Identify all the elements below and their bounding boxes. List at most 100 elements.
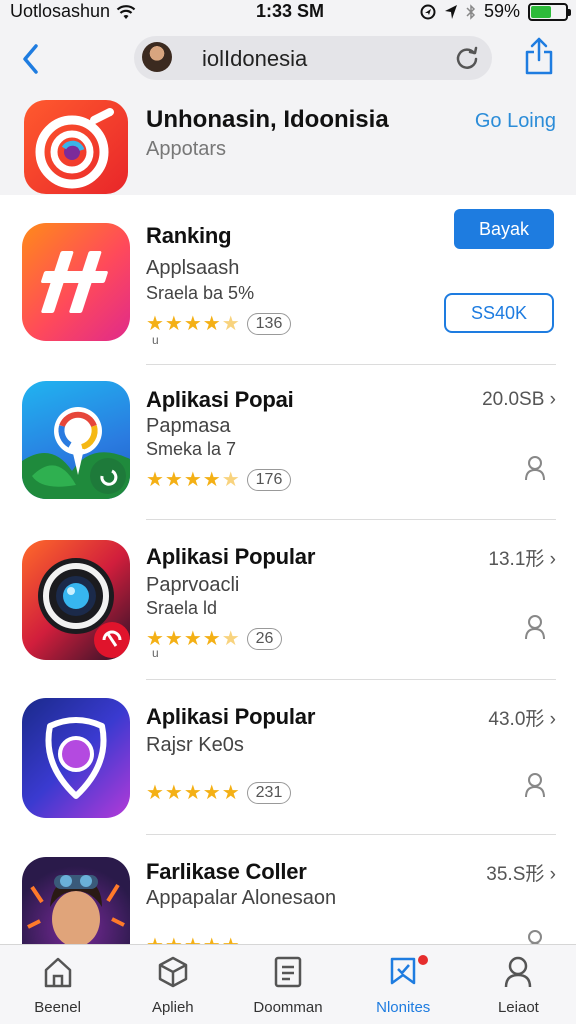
- app-detail: Smeka la 7: [146, 439, 237, 459]
- person-icon: [505, 956, 532, 988]
- rating-stars: ★★★★★: [146, 782, 241, 804]
- list-item[interactable]: Ranking Applsaash Sraela ba 5% ★★★★★ 136…: [0, 195, 576, 365]
- clock: 1:33 SM: [256, 1, 325, 21]
- address-bar[interactable]: iolIdonesia: [134, 36, 492, 80]
- hashtag-logo-icon: [41, 251, 108, 313]
- app-name: Farlikase Coller: [146, 859, 307, 884]
- go-link[interactable]: Go Loing: [475, 110, 556, 133]
- app-rating: ★★★★★ 26: [146, 626, 283, 651]
- browser-toolbar: iolIdonesia: [0, 24, 576, 94]
- tiny-mark: u: [152, 333, 159, 347]
- tab-documents[interactable]: Doomman: [230, 945, 345, 1024]
- list-item[interactable]: Aplikasi Popai Papmasa Smeka la 7 ★★★★★ …: [0, 365, 576, 520]
- person-icon[interactable]: [524, 929, 546, 944]
- app-category: Applsaash: [146, 257, 240, 279]
- app-size: 20.0SB ›: [482, 389, 556, 411]
- cube-icon: [158, 956, 188, 988]
- camera-lens-icon: [38, 558, 130, 658]
- list-item[interactable]: Aplikasi Popular Paprvoacli Sraela ld ★★…: [0, 520, 576, 680]
- person-icon[interactable]: [524, 772, 546, 798]
- app-name: Aplikasi Popai: [146, 387, 294, 412]
- featured-app-title: Unhonasin, Idoonisia: [146, 106, 389, 133]
- app-category: Appapalar Alonesaon: [146, 887, 337, 909]
- app-category: Rajsr Ke0s: [146, 734, 244, 756]
- url-text: iolIdonesia: [202, 46, 308, 71]
- chevron-left-icon[interactable]: [18, 42, 44, 76]
- battery-percent: 59%: [483, 1, 520, 21]
- app-size-value: 35.S形: [486, 864, 545, 885]
- person-icon[interactable]: [524, 614, 546, 640]
- featured-app-icon[interactable]: [24, 100, 128, 194]
- bluetooth-icon: [466, 3, 476, 20]
- app-size: 35.S形 ›: [486, 859, 556, 886]
- person-icon[interactable]: [524, 455, 546, 481]
- location-icon: [420, 4, 436, 19]
- rating-count: 176: [246, 468, 292, 491]
- document-icon: [274, 956, 302, 988]
- app-icon: [22, 223, 130, 341]
- app-name: Aplikasi Popular: [146, 704, 316, 729]
- chevron-right-icon: ›: [549, 709, 556, 730]
- app-size: 13.1形 ›: [488, 544, 556, 571]
- share-icon[interactable]: [524, 36, 554, 76]
- list-item[interactable]: Aplikasi Popular Rajsr Ke0s ★★★★★ 231 43…: [0, 680, 576, 835]
- chevron-right-icon: ›: [549, 864, 556, 885]
- chevron-right-icon: ›: [549, 389, 556, 410]
- play-shield-icon: [45, 717, 107, 799]
- status-bar: Uotlosashun 1:33 SM 59%: [0, 0, 576, 24]
- app-size-value: 43.0形: [488, 709, 545, 730]
- list-item[interactable]: Farlikase Coller Appapalar Alonesaon ★★★…: [0, 835, 576, 944]
- app-detail: Sraela ld: [146, 598, 218, 618]
- featured-app-subtitle: Appotars: [146, 138, 227, 160]
- app-detail: Sraela ba 5%: [146, 283, 255, 303]
- notification-badge: [418, 955, 429, 965]
- spiral-logo-icon: [35, 108, 114, 189]
- app-size-value: 20.0SB: [482, 389, 545, 410]
- rating-count: 136: [246, 312, 292, 335]
- carrier-label: Uotlosashun: [10, 1, 111, 21]
- navigation-arrow-icon: [444, 4, 457, 19]
- app-rating: ★★★★★ 176: [146, 467, 292, 492]
- tab-updates[interactable]: Nlonites: [346, 945, 461, 1024]
- reload-icon[interactable]: [454, 45, 480, 71]
- app-rating: ★★★★★ 136: [146, 311, 292, 336]
- app-name: Aplikasi Popular: [146, 544, 316, 569]
- tab-home[interactable]: Beenel: [0, 945, 115, 1024]
- app-rating: ★★★★★ 231: [146, 780, 292, 805]
- tab-bar: Beenel Aplieh Doomman Nlonites Leiaot: [0, 944, 576, 1024]
- battery-icon: [528, 2, 571, 21]
- app-category: Paprvoacli: [146, 574, 240, 596]
- rating-count: 231: [246, 781, 292, 804]
- battery-level: [531, 5, 552, 18]
- rating-stars: ★★★★★: [146, 313, 241, 335]
- app-icon: [22, 857, 130, 944]
- featured-app-header: Unhonasin, Idoonisia Appotars Go Loing: [0, 94, 576, 195]
- avatar: [142, 42, 172, 72]
- chevron-right-icon: ›: [549, 549, 556, 570]
- home-icon: [44, 957, 71, 988]
- app-name: Ranking: [146, 223, 232, 248]
- tiny-mark: u: [152, 646, 159, 660]
- app-icon: [22, 381, 130, 499]
- rating-stars: ★★★★★: [146, 469, 241, 491]
- rating-count: 26: [246, 627, 283, 650]
- app-size: 43.0形 ›: [488, 704, 556, 731]
- tab-label: Leiaot: [497, 999, 539, 1016]
- tab-account[interactable]: Leiaot: [461, 945, 576, 1024]
- price-button[interactable]: SS40K: [444, 293, 554, 333]
- avatar-character-icon: [27, 875, 125, 944]
- bookmark-icon: [390, 957, 416, 985]
- app-rating: ★★★★★: [146, 933, 241, 944]
- get-button[interactable]: Bayak: [454, 209, 554, 249]
- app-icon: [22, 698, 130, 818]
- map-pin-logo-icon: [22, 407, 130, 499]
- app-icon: [22, 540, 130, 660]
- rating-stars: ★★★★★: [146, 628, 241, 650]
- rating-stars: ★★★★★: [146, 933, 241, 944]
- app-size-value: 13.1形: [488, 549, 545, 570]
- tab-label: Beenel: [34, 999, 81, 1016]
- tab-label: Doomman: [253, 999, 323, 1016]
- tab-label: Aplieh: [151, 999, 194, 1016]
- app-category: Papmasa: [146, 415, 231, 437]
- tab-apps[interactable]: Aplieh: [115, 945, 230, 1024]
